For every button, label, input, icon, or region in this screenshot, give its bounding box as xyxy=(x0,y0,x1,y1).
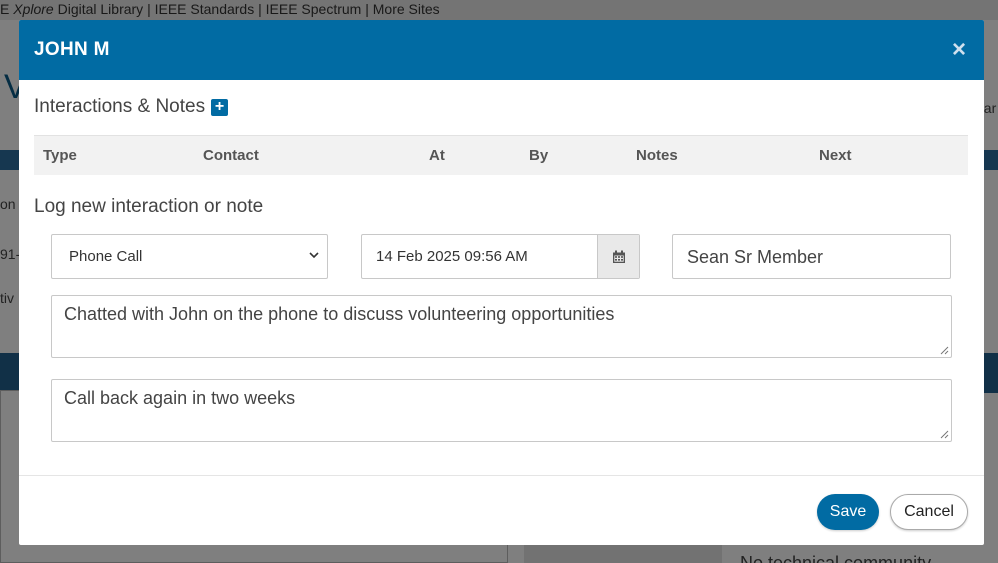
calendar-button[interactable] xyxy=(597,235,639,278)
modal-title: JOHN M xyxy=(34,39,110,60)
selected-type: Phone Call xyxy=(69,248,143,265)
calendar-icon xyxy=(612,250,625,263)
datetime-input[interactable]: 14 Feb 2025 09:56 AM xyxy=(362,235,598,278)
section-heading: Interactions & Notes + xyxy=(34,96,968,118)
chevron-down-icon xyxy=(309,252,319,259)
column-header-type: Type xyxy=(43,147,77,164)
notes-text: Chatted with John on the phone to discus… xyxy=(64,304,615,324)
close-icon[interactable]: × xyxy=(952,38,966,62)
next-action-textarea[interactable]: Call back again in two weeks xyxy=(51,379,952,442)
next-action-text: Call back again in two weeks xyxy=(64,388,296,408)
by-member-input[interactable]: Sean Sr Member xyxy=(672,234,951,279)
plus-square-icon[interactable]: + xyxy=(211,98,229,116)
interaction-type-select[interactable]: Phone Call xyxy=(51,234,328,279)
modal-header: JOHN M × xyxy=(19,20,984,80)
column-header-contact: Contact xyxy=(203,147,259,164)
column-header-notes: Notes xyxy=(636,147,678,164)
modal-body: Interactions & Notes + Type Contact At B… xyxy=(19,80,984,478)
interactions-table-header: Type Contact At By Notes Next xyxy=(34,135,968,175)
log-new-heading: Log new interaction or note xyxy=(34,196,264,217)
notes-textarea[interactable]: Chatted with John on the phone to discus… xyxy=(51,295,952,358)
resize-grip-icon[interactable] xyxy=(940,430,949,439)
column-header-by: By xyxy=(529,147,549,164)
log-form: Phone Call 14 Feb 2025 09:56 AM Sean Sr … xyxy=(34,218,968,478)
save-button[interactable]: Save xyxy=(817,494,879,530)
cancel-button[interactable]: Cancel xyxy=(890,494,968,530)
modal-footer: Save Cancel xyxy=(19,475,984,545)
datetime-picker: 14 Feb 2025 09:56 AM xyxy=(361,234,640,279)
resize-grip-icon[interactable] xyxy=(940,346,949,355)
column-header-next: Next xyxy=(819,147,852,164)
column-header-at: At xyxy=(429,147,445,164)
interaction-modal: JOHN M × Interactions & Notes + Type Con… xyxy=(19,20,984,545)
section-title: Interactions & Notes xyxy=(34,96,206,117)
